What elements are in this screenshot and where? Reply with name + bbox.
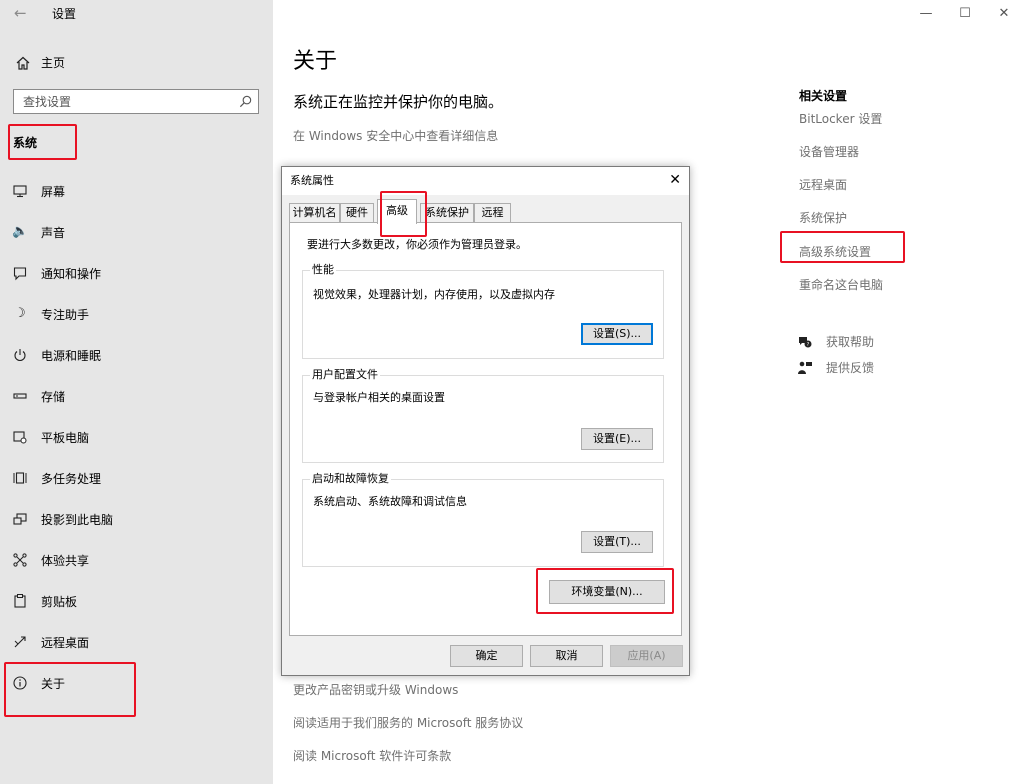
- remote-desktop-link[interactable]: 远程桌面: [799, 177, 847, 193]
- tab-computer-name[interactable]: 计算机名: [289, 203, 340, 223]
- sidebar-item-focus-assist[interactable]: ☽ 专注助手: [0, 300, 273, 328]
- sidebar-item-label: 体验共享: [41, 554, 90, 568]
- focus-assist-icon: ☽: [14, 306, 26, 321]
- ok-button[interactable]: 确定: [450, 645, 523, 667]
- admin-note: 要进行大多数更改，你必须作为管理员登录。: [307, 238, 527, 251]
- sidebar-item-sound[interactable]: 🔈 声音: [0, 218, 273, 246]
- sidebar-item-clipboard[interactable]: 剪贴板: [0, 587, 273, 615]
- search-placeholder: 查找设置: [23, 95, 72, 109]
- performance-settings-button[interactable]: 设置(S)...: [581, 323, 653, 345]
- upgrade-windows-link[interactable]: 更改产品密钥或升级 Windows: [293, 682, 458, 698]
- tab-advanced[interactable]: 高级: [377, 199, 417, 224]
- sidebar-item-notifications[interactable]: 通知和操作: [0, 259, 273, 287]
- rename-pc-link[interactable]: 重命名这台电脑: [799, 277, 883, 293]
- license-terms-link[interactable]: 阅读 Microsoft 软件许可条款: [293, 748, 451, 764]
- sidebar-item-shared-experiences[interactable]: 体验共享: [0, 546, 273, 574]
- search-icon[interactable]: [238, 94, 253, 109]
- sidebar-item-label: 多任务处理: [41, 472, 102, 486]
- dialog-titlebar[interactable]: 系统属性 ✕: [282, 167, 689, 195]
- startup-recovery-group-title: 启动和故障恢复: [310, 472, 391, 486]
- tab-system-protection[interactable]: 系统保护: [420, 203, 474, 223]
- protection-status-text: 系统正在监控并保护你的电脑。: [293, 93, 504, 111]
- related-settings-heading: 相关设置: [799, 89, 848, 103]
- notification-icon: [12, 265, 28, 281]
- home-icon: [15, 55, 31, 71]
- user-profiles-group-title: 用户配置文件: [310, 368, 380, 382]
- storage-icon: [12, 388, 28, 404]
- power-icon: [12, 347, 28, 363]
- tab-hardware[interactable]: 硬件: [340, 203, 374, 223]
- advanced-tab-panel: 要进行大多数更改，你必须作为管理员登录。 性能 视觉效果，处理器计划，内存使用，…: [289, 222, 682, 636]
- sidebar-item-label: 远程桌面: [41, 636, 90, 650]
- section-label-system: 系统: [13, 136, 38, 150]
- search-input[interactable]: 查找设置: [13, 89, 259, 114]
- sidebar-item-label: 屏幕: [41, 185, 66, 199]
- sidebar-item-display[interactable]: 屏幕: [0, 177, 273, 205]
- user-profiles-settings-button[interactable]: 设置(E)...: [581, 428, 653, 450]
- multitasking-icon: [12, 470, 28, 486]
- svg-text:?: ?: [807, 342, 810, 348]
- sidebar-item-label: 主页: [41, 56, 66, 70]
- sidebar-item-storage[interactable]: 存储: [0, 382, 273, 410]
- display-icon: [12, 183, 28, 199]
- info-icon: [12, 675, 28, 691]
- sidebar-item-about[interactable]: 关于: [0, 669, 273, 697]
- sidebar-item-label: 声音: [41, 226, 66, 240]
- sidebar-item-home[interactable]: 主页: [0, 50, 273, 76]
- sidebar-item-label: 剪贴板: [41, 595, 78, 609]
- sidebar-item-projection[interactable]: 投影到此电脑: [0, 505, 273, 533]
- device-manager-link[interactable]: 设备管理器: [799, 144, 859, 160]
- clipboard-icon: [12, 593, 28, 609]
- sidebar-item-label: 存储: [41, 390, 66, 404]
- sidebar-item-label: 投影到此电脑: [41, 513, 114, 527]
- sidebar-item-remote-desktop[interactable]: 远程桌面: [0, 628, 273, 656]
- tablet-icon: [12, 429, 28, 445]
- get-help-label: 获取帮助: [826, 335, 875, 349]
- performance-group: 性能 视觉效果，处理器计划，内存使用，以及虚拟内存 设置(S)...: [302, 263, 664, 359]
- services-agreement-link[interactable]: 阅读适用于我们服务的 Microsoft 服务协议: [293, 715, 523, 731]
- sidebar-item-label: 通知和操作: [41, 267, 102, 281]
- cancel-button[interactable]: 取消: [530, 645, 603, 667]
- system-properties-dialog: 系统属性 ✕ 计算机名 硬件 高级 系统保护 远程 要进行大多数更改，你必须作为…: [281, 166, 690, 676]
- bitlocker-settings-link[interactable]: BitLocker 设置: [799, 111, 882, 127]
- sidebar-item-label: 关于: [41, 677, 66, 691]
- projection-icon: [12, 511, 28, 527]
- back-arrow-icon[interactable]: ←: [14, 5, 27, 21]
- startup-recovery-desc: 系统启动、系统故障和调试信息: [313, 495, 467, 508]
- user-profiles-group: 用户配置文件 与登录帐户相关的桌面设置 设置(E)...: [302, 368, 664, 463]
- environment-variables-button[interactable]: 环境变量(N)...: [549, 580, 665, 604]
- give-feedback-link[interactable]: 提供反馈: [797, 359, 917, 377]
- app-title: 设置: [52, 7, 77, 21]
- sound-icon: 🔈: [12, 224, 29, 239]
- user-profiles-desc: 与登录帐户相关的桌面设置: [313, 391, 445, 404]
- dialog-title: 系统属性: [290, 174, 334, 187]
- close-button[interactable]: ✕: [986, 0, 1022, 28]
- apply-button[interactable]: 应用(A): [610, 645, 683, 667]
- feedback-icon: [797, 360, 813, 376]
- settings-sidebar: ← 设置 主页 查找设置 系统 屏幕 🔈 声音 通知和操作 ☽ 专注助手 电源和…: [0, 0, 273, 784]
- remote-desktop-icon: [12, 634, 28, 650]
- dialog-close-button[interactable]: ✕: [669, 171, 681, 189]
- system-protection-link[interactable]: 系统保护: [799, 210, 847, 226]
- maximize-button[interactable]: ☐: [947, 0, 983, 28]
- sidebar-item-power[interactable]: 电源和睡眠: [0, 341, 273, 369]
- sidebar-item-tablet[interactable]: 平板电脑: [0, 423, 273, 451]
- sidebar-item-label: 平板电脑: [41, 431, 90, 445]
- advanced-system-settings-link[interactable]: 高级系统设置: [799, 244, 871, 260]
- sidebar-item-label: 电源和睡眠: [41, 349, 102, 363]
- startup-recovery-group: 启动和故障恢复 系统启动、系统故障和调试信息 设置(T)...: [302, 472, 664, 567]
- performance-desc: 视觉效果，处理器计划，内存使用，以及虚拟内存: [313, 288, 555, 301]
- tab-remote[interactable]: 远程: [474, 203, 511, 223]
- get-help-link[interactable]: ? 获取帮助: [797, 333, 917, 351]
- performance-group-title: 性能: [310, 263, 336, 277]
- minimize-button[interactable]: —: [908, 0, 944, 28]
- page-title: 关于: [293, 49, 338, 74]
- sidebar-item-label: 专注助手: [41, 308, 90, 322]
- give-feedback-label: 提供反馈: [826, 361, 875, 375]
- help-icon: ?: [797, 334, 813, 350]
- sidebar-item-multitasking[interactable]: 多任务处理: [0, 464, 273, 492]
- startup-recovery-settings-button[interactable]: 设置(T)...: [581, 531, 653, 553]
- security-center-link[interactable]: 在 Windows 安全中心中查看详细信息: [293, 128, 498, 144]
- shared-experiences-icon: [12, 552, 28, 568]
